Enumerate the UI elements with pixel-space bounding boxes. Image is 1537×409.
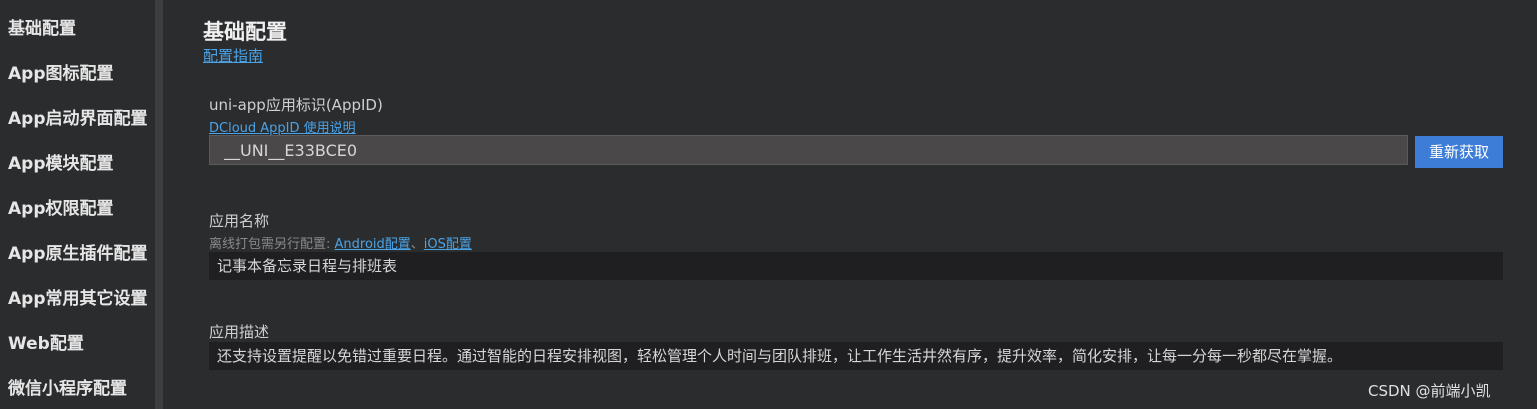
app-desc-label: 应用描述 bbox=[209, 323, 270, 341]
sidebar-item-basic[interactable]: 基础配置 bbox=[8, 14, 76, 39]
sidebar-item-app-icon[interactable]: App图标配置 bbox=[8, 59, 114, 84]
sidebar-item-app-splash[interactable]: App启动界面配置 bbox=[8, 104, 148, 129]
appid-help-link[interactable]: DCloud AppID 使用说明 bbox=[209, 117, 356, 136]
sidebar-item-app-permissions[interactable]: App权限配置 bbox=[8, 194, 114, 219]
appid-input[interactable] bbox=[209, 135, 1408, 165]
android-config-link[interactable]: Android配置 bbox=[335, 237, 411, 252]
sidebar-item-app-native-plugins[interactable]: App原生插件配置 bbox=[8, 239, 148, 264]
config-guide-link[interactable]: 配置指南 bbox=[203, 45, 263, 66]
sidebar-item-web[interactable]: Web配置 bbox=[8, 329, 84, 354]
offline-config-hint-text: 离线打包需另行配置: bbox=[209, 237, 335, 252]
app-desc-input[interactable]: 还支持设置提醒以免错过重要日程。通过智能的日程安排视图，轻松管理个人时间与团队排… bbox=[209, 342, 1503, 370]
hint-separator: 、 bbox=[410, 237, 424, 252]
watermark: CSDN @前端小凯 bbox=[1368, 382, 1491, 400]
refresh-appid-button[interactable]: 重新获取 bbox=[1415, 136, 1503, 168]
appid-label: uni-app应用标识(AppID) bbox=[209, 96, 383, 114]
sidebar-item-weixin-miniprogram[interactable]: 微信小程序配置 bbox=[8, 374, 127, 399]
app-name-label: 应用名称 bbox=[209, 212, 270, 230]
sidebar-item-app-other-settings[interactable]: App常用其它设置 bbox=[8, 284, 148, 309]
sidebar: 基础配置 App图标配置 App启动界面配置 App模块配置 App权限配置 A… bbox=[0, 0, 155, 409]
settings-window: 基础配置 App图标配置 App启动界面配置 App模块配置 App权限配置 A… bbox=[0, 0, 1537, 409]
sidebar-item-app-modules[interactable]: App模块配置 bbox=[8, 149, 114, 174]
ios-config-link[interactable]: iOS配置 bbox=[424, 237, 472, 252]
app-name-input[interactable]: 记事本备忘录日程与排班表 bbox=[209, 252, 1503, 280]
page-title: 基础配置 bbox=[203, 20, 287, 44]
divider bbox=[163, 0, 183, 409]
sidebar-scrollbar[interactable] bbox=[155, 0, 163, 409]
offline-config-hint: 离线打包需另行配置: Android配置、iOS配置 bbox=[209, 233, 472, 252]
